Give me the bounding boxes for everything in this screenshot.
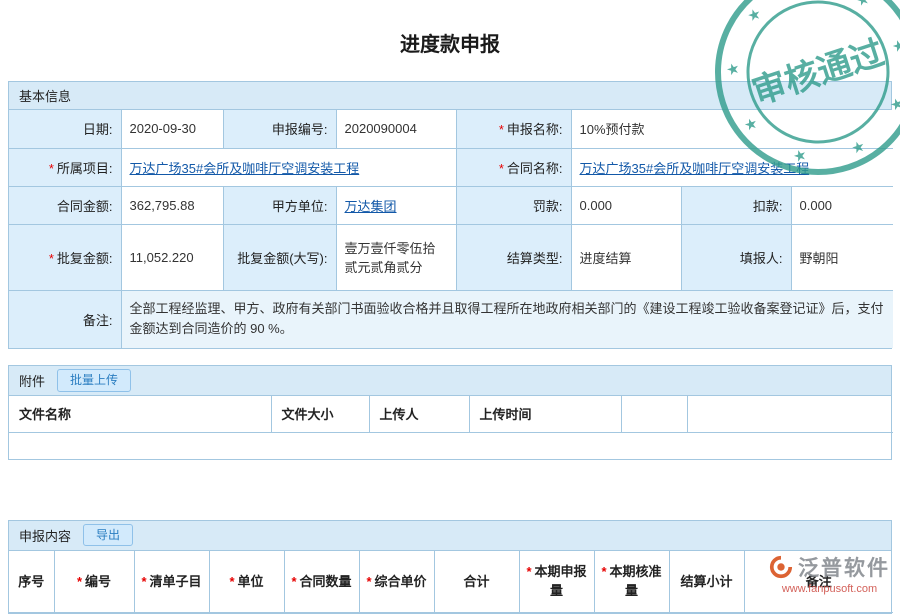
declaration-no-label: 申报编号: [223, 110, 336, 148]
basic-info-table: 日期: 2020-09-30 申报编号: 2020090004 *申报名称: 1… [9, 110, 893, 348]
required-asterisk: * [77, 574, 82, 589]
fanpu-logo-icon [769, 555, 793, 579]
fine-label: 罚款: [456, 186, 571, 224]
decl-col-settle-subtotal: 结算小计 [669, 551, 744, 613]
contract-name-label: *合同名称: [456, 148, 571, 186]
attach-col-extra2 [687, 396, 893, 432]
contract-link[interactable]: 万达广场35#会所及咖啡厅空调安装工程 [580, 161, 810, 176]
decl-col-code: *编号 [54, 551, 134, 613]
approved-amount-value: 11,052.220 [121, 224, 223, 290]
project-link[interactable]: 万达广场35#会所及咖啡厅空调安装工程 [130, 161, 360, 176]
declaration-title: 申报内容 [19, 526, 71, 545]
attach-col-filename: 文件名称 [9, 396, 271, 432]
required-asterisk: * [49, 251, 54, 266]
deduction-value: 0.000 [791, 186, 893, 224]
settle-type-value: 进度结算 [571, 224, 681, 290]
declaration-name-label: *申报名称: [456, 110, 571, 148]
attachments-empty-area [9, 433, 891, 459]
table-row: *批复金额: 11,052.220 批复金额(大写): 壹万壹仟零伍拾贰元贰角贰… [9, 224, 893, 290]
required-asterisk: * [499, 122, 504, 137]
remark-value: 全部工程经监理、甲方、政府有关部门书面验收合格并且取得工程所在地政府相关部门的《… [121, 290, 893, 348]
attachments-header: 附件 批量上传 [9, 366, 891, 396]
fine-value: 0.000 [571, 186, 681, 224]
table-row: *所属项目: 万达广场35#会所及咖啡厅空调安装工程 *合同名称: 万达广场35… [9, 148, 893, 186]
basic-info-header: 基本信息 [9, 82, 891, 110]
attach-col-filesize: 文件大小 [271, 396, 369, 432]
approved-amount-cn-value: 壹万壹仟零伍拾贰元贰角贰分 [336, 224, 456, 290]
basic-info-title: 基本信息 [19, 86, 71, 105]
deduction-label: 扣款: [681, 186, 791, 224]
party-a-value: 万达集团 [336, 186, 456, 224]
decl-col-list-item: *清单子目 [134, 551, 209, 613]
declaration-table: 序号 *编号 *清单子目 *单位 *合同数量 *综合单价 合计 *本期申报量 *… [9, 551, 893, 614]
required-asterisk: * [49, 161, 54, 176]
attachments-table: 文件名称 文件大小 上传人 上传时间 [9, 396, 893, 433]
decl-col-current-approved: *本期核准量 [594, 551, 669, 613]
table-row: 备注: 全部工程经监理、甲方、政府有关部门书面验收合格并且取得工程所在地政府相关… [9, 290, 893, 348]
declaration-name-value: 10%预付款 [571, 110, 893, 148]
page-title: 进度款申报 [0, 0, 900, 81]
attachments-title: 附件 [19, 371, 45, 390]
basic-info-section: 基本信息 日期: 2020-09-30 申报编号: 2020090004 *申报… [8, 81, 892, 349]
fanpu-logo-text: 泛普软件 [798, 552, 890, 582]
attach-col-extra1 [621, 396, 687, 432]
table-row: 日期: 2020-09-30 申报编号: 2020090004 *申报名称: 1… [9, 110, 893, 148]
declaration-header: 申报内容 导出 [9, 521, 891, 551]
contract-amount-value: 362,795.88 [121, 186, 223, 224]
approved-amount-cn-label: 批复金额(大写): [223, 224, 336, 290]
table-row: 合同金额: 362,795.88 甲方单位: 万达集团 罚款: 0.000 扣款… [9, 186, 893, 224]
project-value: 万达广场35#会所及咖啡厅空调安装工程 [121, 148, 456, 186]
settle-type-label: 结算类型: [456, 224, 571, 290]
attach-col-uploader: 上传人 [369, 396, 469, 432]
batch-upload-button[interactable]: 批量上传 [57, 369, 131, 392]
export-button[interactable]: 导出 [83, 524, 133, 547]
required-asterisk: * [229, 574, 234, 589]
decl-col-seq: 序号 [9, 551, 54, 613]
party-a-link[interactable]: 万达集团 [345, 199, 397, 214]
party-a-label: 甲方单位: [223, 186, 336, 224]
table-row: 文件名称 文件大小 上传人 上传时间 [9, 396, 893, 432]
required-asterisk: * [499, 161, 504, 176]
date-value: 2020-09-30 [121, 110, 223, 148]
date-label: 日期: [9, 110, 121, 148]
contract-name-value: 万达广场35#会所及咖啡厅空调安装工程 [571, 148, 893, 186]
filler-value: 野朝阳 [791, 224, 893, 290]
approved-amount-label: *批复金额: [9, 224, 121, 290]
attachments-section: 附件 批量上传 文件名称 文件大小 上传人 上传时间 [8, 365, 892, 460]
decl-col-unit-price: *综合单价 [359, 551, 434, 613]
decl-col-total: 合计 [434, 551, 519, 613]
fanpu-logo: 泛普软件 www.fanpusoft.com [769, 552, 890, 595]
required-asterisk: * [526, 564, 531, 579]
declaration-no-value: 2020090004 [336, 110, 456, 148]
decl-col-unit: *单位 [209, 551, 284, 613]
filler-label: 填报人: [681, 224, 791, 290]
required-asterisk: * [291, 574, 296, 589]
required-asterisk: * [366, 574, 371, 589]
contract-amount-label: 合同金额: [9, 186, 121, 224]
remark-label: 备注: [9, 290, 121, 348]
decl-col-current-declared: *本期申报量 [519, 551, 594, 613]
required-asterisk: * [141, 574, 146, 589]
decl-col-contract-qty: *合同数量 [284, 551, 359, 613]
fanpu-logo-url: www.fanpusoft.com [769, 583, 890, 595]
table-row: 序号 *编号 *清单子目 *单位 *合同数量 *综合单价 合计 *本期申报量 *… [9, 551, 893, 613]
attach-col-uploadtime: 上传时间 [469, 396, 621, 432]
required-asterisk: * [601, 564, 606, 579]
project-label: *所属项目: [9, 148, 121, 186]
